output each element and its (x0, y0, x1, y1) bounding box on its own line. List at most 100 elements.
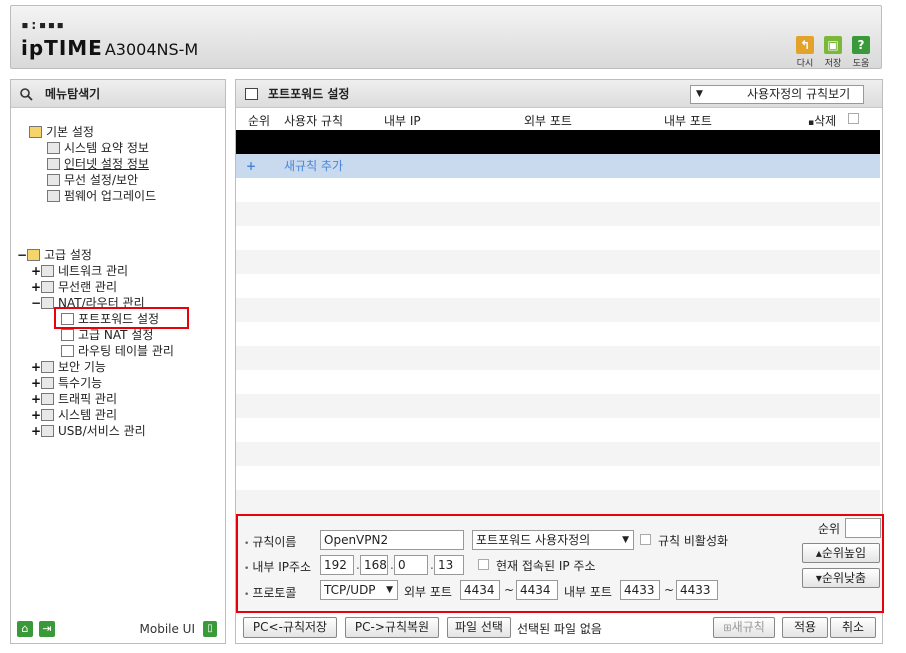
tree-item-system[interactable]: + 시스템 관리 (31, 407, 117, 423)
save-button[interactable]: ▣ 저장 (819, 36, 847, 69)
table-row (236, 394, 880, 418)
wifi-icon (47, 174, 60, 186)
col-user-rule: 사용자 규칙 (284, 114, 344, 128)
tree-item-security[interactable]: + 보안 기능 (31, 359, 106, 375)
external-port-to[interactable]: 4434 (516, 580, 558, 600)
tree-label: 무선랜 관리 (58, 280, 118, 294)
mobile-icon[interactable]: ▯ (203, 621, 217, 637)
dropdown-arrow-icon: ▼ (696, 89, 703, 99)
col-delete: ▪삭제 (808, 114, 837, 128)
table-row (236, 298, 880, 322)
ip-octet-2[interactable]: 168 (360, 555, 388, 575)
expand-icon[interactable]: + (31, 279, 41, 295)
expand-icon[interactable]: + (31, 391, 41, 407)
rule-view-select[interactable]: ▼ 사용자정의 규칙보기 (690, 85, 864, 104)
tree-advanced-settings[interactable]: − 고급 설정 (17, 247, 92, 263)
save-rules-to-pc-button[interactable]: PC<-규칙저장 (243, 617, 337, 638)
table-row (236, 346, 880, 370)
rule-name-input[interactable]: OpenVPN2 (320, 530, 464, 550)
rank-input[interactable] (845, 518, 881, 538)
window-icon (245, 88, 258, 100)
table-row (236, 250, 880, 274)
disable-rule-checkbox[interactable] (640, 534, 651, 545)
select-all-checkbox[interactable] (848, 113, 859, 124)
table-row (236, 442, 880, 466)
restore-rules-from-pc-button[interactable]: PC->규칙복원 (345, 617, 439, 638)
help-label: 도움 (852, 59, 870, 69)
ip-octet-4[interactable]: 13 (434, 555, 464, 575)
apply-button[interactable]: 적용 (782, 617, 828, 638)
expand-icon[interactable]: + (31, 263, 41, 279)
rule-view-select-value: 사용자정의 규칙보기 (747, 87, 851, 101)
rule-type-value: 포트포워드 사용자정의 (476, 533, 591, 547)
new-rule-button[interactable]: ⊞새규칙 (713, 617, 775, 638)
expand-icon[interactable]: + (31, 407, 41, 423)
current-ip-checkbox[interactable] (478, 559, 489, 570)
folder-icon (29, 126, 42, 138)
collapse-icon[interactable]: − (17, 247, 27, 263)
model-name: A3004NS-M (104, 40, 199, 59)
tree-label: 고급 NAT 설정 (78, 328, 154, 342)
col-rank: 순위 (248, 114, 271, 128)
highlight-box (54, 307, 189, 329)
internal-ip-label: 내부 IP주소 (244, 558, 311, 575)
tree-item-internet-info[interactable]: 인터넷 설정 정보 (47, 156, 149, 172)
tree-basic-settings[interactable]: 기본 설정 (29, 124, 94, 140)
tree-label: 보안 기능 (58, 360, 106, 374)
cancel-button[interactable]: 취소 (830, 617, 876, 638)
tree-item-usb[interactable]: + USB/서비스 관리 (31, 423, 146, 439)
rank-up-button[interactable]: ▴순위높임 (802, 543, 880, 563)
internal-port-label: 내부 포트 (564, 585, 612, 599)
tree-label: 기본 설정 (46, 125, 94, 139)
wifi-icon (41, 281, 54, 293)
table-row (236, 202, 880, 226)
home-icon[interactable]: ⌂ (17, 621, 33, 637)
table-header: 순위 사용자 규칙 내부 IP 외부 포트 내부 포트 ▪삭제 (236, 108, 882, 130)
external-port-label: 외부 포트 (404, 585, 452, 599)
expand-icon[interactable]: + (31, 359, 41, 375)
table-row-selected[interactable] (236, 130, 880, 154)
ip-octet-1[interactable]: 192 (320, 555, 354, 575)
ip-octet-3[interactable]: 0 (394, 555, 428, 575)
expand-icon[interactable]: + (31, 375, 41, 391)
menu-explorer: 메뉴탐색기 기본 설정 시스템 요약 정보 인터넷 설정 정보 무선 설정/보안… (10, 79, 226, 644)
menu-explorer-title: 메뉴탐색기 (45, 87, 101, 101)
collapse-icon[interactable]: − (31, 295, 41, 311)
tree-label: 네트워크 관리 (58, 264, 129, 278)
selected-file-status: 선택된 파일 없음 (517, 622, 602, 636)
expand-icon[interactable]: + (31, 423, 41, 439)
tree-item-system-summary[interactable]: 시스템 요약 정보 (47, 140, 149, 156)
internal-port-from[interactable]: 4433 (620, 580, 660, 600)
current-ip-label: 현재 접속된 IP 주소 (496, 559, 596, 573)
tree-item-wlan[interactable]: + 무선랜 관리 (31, 279, 117, 295)
protocol-label: 프로토콜 (244, 584, 296, 601)
add-rule-row[interactable]: + 새규칙 추가 (236, 154, 880, 178)
logo: ipTIME A3004NS-M (21, 36, 198, 60)
logout-icon[interactable]: ⇥ (39, 621, 55, 637)
internal-port-to[interactable]: 4433 (676, 580, 718, 600)
col-internal-ip: 내부 IP (384, 114, 421, 128)
tree-item-routing-table[interactable]: 라우팅 테이블 관리 (61, 343, 174, 359)
chart-icon (47, 142, 60, 154)
rule-type-select[interactable]: 포트포워드 사용자정의 ▼ (472, 530, 634, 550)
save-label: 저장 (824, 59, 842, 69)
logo-dots: ▪:▪▪▪ (21, 18, 66, 33)
protocol-select[interactable]: TCP/UDP ▼ (320, 580, 398, 600)
help-button[interactable]: ? 도움 (847, 36, 875, 69)
tree-item-special[interactable]: + 특수기능 (31, 375, 102, 391)
refresh-icon: ↰ (796, 36, 814, 54)
tree-item-advanced-nat[interactable]: 고급 NAT 설정 (61, 327, 153, 343)
router-icon (41, 297, 54, 309)
dropdown-arrow-icon: ▼ (622, 535, 629, 545)
tree-item-traffic[interactable]: + 트래픽 관리 (31, 391, 117, 407)
search-icon (20, 88, 33, 101)
tree-item-wireless[interactable]: 무선 설정/보안 (47, 172, 138, 188)
refresh-button[interactable]: ↰ 다시 (791, 36, 819, 69)
mobile-ui-link[interactable]: Mobile UI (140, 622, 196, 636)
file-select-button[interactable]: 파일 선택 (447, 617, 511, 638)
tree-item-network[interactable]: + 네트워크 관리 (31, 263, 128, 279)
rank-down-button[interactable]: ▾순위낮춤 (802, 568, 880, 588)
range-tilde: ~ (664, 583, 675, 597)
external-port-from[interactable]: 4434 (460, 580, 500, 600)
tree-item-firmware[interactable]: 펌웨어 업그레이드 (47, 188, 156, 204)
